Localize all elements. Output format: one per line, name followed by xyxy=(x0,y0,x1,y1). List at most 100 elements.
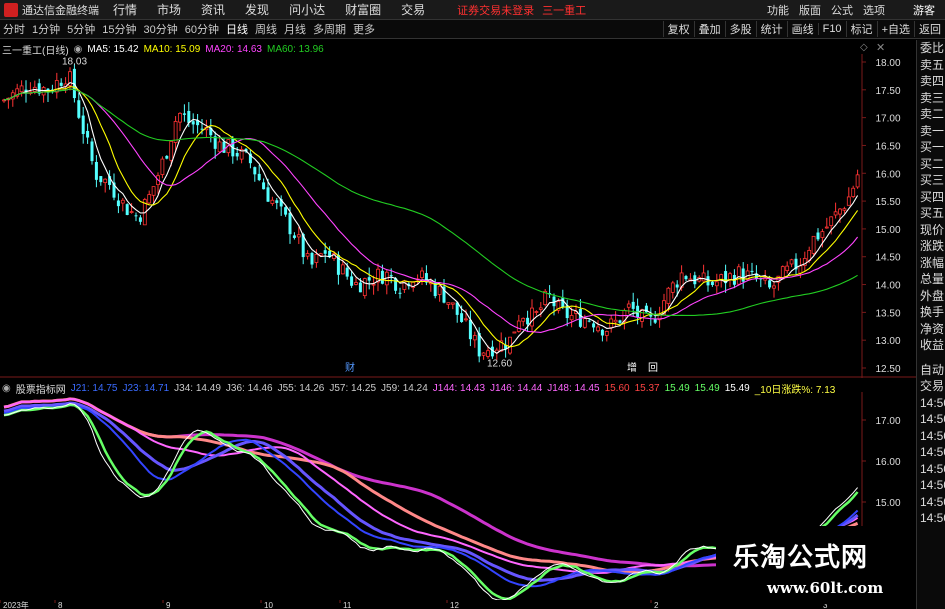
main-legend: 三一重工(日线) ◉ MA5: 15.42 MA10: 15.09 MA20: … xyxy=(2,42,329,57)
indicator-tick-label: 16.00 xyxy=(875,457,900,468)
menu-item-market[interactable]: 市场 xyxy=(157,1,181,18)
overlay-button[interactable]: 叠加 xyxy=(693,21,725,37)
side-item-10[interactable]: 买五 xyxy=(917,205,945,222)
menu-function[interactable]: 功能 xyxy=(767,2,789,18)
candle-body-up xyxy=(798,265,803,274)
draw-line-button[interactable]: 画线 xyxy=(786,21,818,37)
candle-body-down xyxy=(86,130,90,138)
side-item-13[interactable]: 涨幅 xyxy=(917,255,945,272)
tab-15min[interactable]: 15分钟 xyxy=(99,21,139,37)
candle-body-up xyxy=(54,80,59,93)
tab-multi-period[interactable]: 多周期 xyxy=(310,21,349,37)
candle-body-down xyxy=(77,100,81,118)
indicator-value-10: 15.60 xyxy=(604,383,630,394)
menu-item-trade[interactable]: 交易 xyxy=(401,1,425,18)
period-toolbar: 分时 1分钟 5分钟 15分钟 30分钟 60分钟 日线 周线 月线 多周期 更… xyxy=(0,20,945,39)
add-watchlist-button[interactable]: +自选 xyxy=(876,21,914,37)
mark-button[interactable]: 标记 xyxy=(845,21,877,37)
candle-body-up xyxy=(314,253,319,263)
tab-5min[interactable]: 5分钟 xyxy=(64,21,98,37)
login-status[interactable]: 证券交易未登录 xyxy=(457,2,534,18)
watermark: 乐淘公式网 www.60lt.com xyxy=(716,526,915,604)
menu-item-ask[interactable]: 问小达 xyxy=(289,1,325,18)
side-item-16[interactable]: 换手 xyxy=(917,304,945,321)
candle-body-up xyxy=(103,178,108,184)
menu-item-wealth[interactable]: 财富圈 xyxy=(345,1,381,18)
price-tick-label: 16.50 xyxy=(875,141,900,152)
menu-options[interactable]: 选项 xyxy=(863,2,885,18)
side-item-11[interactable]: 现价 xyxy=(917,222,945,239)
adjust-button[interactable]: 复权 xyxy=(662,21,694,37)
candle-body-down xyxy=(134,215,138,217)
candlestick-chart[interactable]: 18.00 17.50 17.00 16.50 16.00 15.50 15.00 14.50… xyxy=(0,40,916,378)
guest-user[interactable]: 游客 xyxy=(913,2,935,18)
menu-formula[interactable]: 公式 xyxy=(831,2,853,18)
menu-item-quotes[interactable]: 行情 xyxy=(113,1,137,18)
side-item-7[interactable]: 买二 xyxy=(917,156,945,173)
close-icon[interactable]: ✕ xyxy=(876,41,885,54)
menu-layout[interactable]: 版面 xyxy=(799,2,821,18)
side-item-1[interactable]: 卖五 xyxy=(917,57,945,74)
side-divider xyxy=(917,354,945,362)
side-trade-item-1[interactable]: 交易 xyxy=(917,378,945,395)
side-trade-item-4[interactable]: 14:50 xyxy=(917,428,945,445)
side-trade-item-5[interactable]: 14:50 xyxy=(917,444,945,461)
tab-intraday[interactable]: 分时 xyxy=(0,21,28,37)
side-item-14[interactable]: 总量 xyxy=(917,271,945,288)
tab-weekly[interactable]: 周线 xyxy=(252,21,280,37)
side-item-0[interactable]: 委比 xyxy=(917,40,945,57)
candle-body-up xyxy=(820,231,825,238)
tab-daily[interactable]: 日线 xyxy=(223,21,251,37)
menu-item-news[interactable]: 资讯 xyxy=(201,1,225,18)
tab-30min[interactable]: 30分钟 xyxy=(141,21,181,37)
candle-body-down xyxy=(345,267,349,277)
side-trade-item-8[interactable]: 14:50 xyxy=(917,494,945,511)
indicator-settings-icon[interactable]: ◉ xyxy=(2,383,11,394)
candle-body-up xyxy=(151,186,156,196)
tab-monthly[interactable]: 月线 xyxy=(281,21,309,37)
side-item-12[interactable]: 涨跌 xyxy=(917,238,945,255)
candle-body-up xyxy=(714,281,719,287)
side-item-9[interactable]: 买四 xyxy=(917,189,945,206)
tab-60min[interactable]: 60分钟 xyxy=(182,21,222,37)
candle-body-up xyxy=(120,199,125,204)
candle-body-down xyxy=(59,82,63,86)
side-item-2[interactable]: 卖四 xyxy=(917,73,945,90)
side-trade-item-0[interactable]: 自动 xyxy=(917,362,945,379)
tab-1min[interactable]: 1分钟 xyxy=(29,21,63,37)
indicator-value-14: 15.49 xyxy=(724,383,750,394)
multi-stock-button[interactable]: 多股 xyxy=(724,21,756,37)
f10-button[interactable]: F10 xyxy=(817,23,846,35)
candle-body-up xyxy=(446,302,451,305)
side-item-5[interactable]: 卖一 xyxy=(917,123,945,140)
side-trade-item-3[interactable]: 14:50 xyxy=(917,411,945,428)
side-item-15[interactable]: 外盘 xyxy=(917,288,945,305)
settings-circle-icon[interactable]: ◉ xyxy=(74,44,83,55)
side-item-4[interactable]: 卖二 xyxy=(917,106,945,123)
menu-item-discover[interactable]: 发现 xyxy=(245,1,269,18)
indicator-tick-label: 17.00 xyxy=(875,416,900,427)
side-trade-item-9[interactable]: 14:50 xyxy=(917,510,945,527)
candlestick-svg[interactable]: 18.00 17.50 17.00 16.50 16.00 15.50 15.00 14.50… xyxy=(0,40,916,378)
candle-body-up xyxy=(613,319,618,323)
side-item-8[interactable]: 买三 xyxy=(917,172,945,189)
statistics-button[interactable]: 统计 xyxy=(755,21,787,37)
indicator-value-12: 15.49 xyxy=(664,383,690,394)
side-item-17[interactable]: 净资 xyxy=(917,321,945,338)
price-tick-label: 15.00 xyxy=(875,225,900,236)
side-item-18[interactable]: 收益 xyxy=(917,337,945,354)
side-trade-item-2[interactable]: 14:50 xyxy=(917,395,945,412)
candle-body-up xyxy=(420,270,424,278)
candle-body-down xyxy=(350,276,354,286)
candle-body-up xyxy=(516,320,521,332)
diamond-icon[interactable]: ◇ xyxy=(860,42,868,53)
side-trade-item-6[interactable]: 14:50 xyxy=(917,461,945,478)
candle-body-down xyxy=(288,212,292,235)
tab-more[interactable]: 更多 xyxy=(350,21,378,37)
candle-body-down xyxy=(90,141,94,162)
back-button[interactable]: 返回 xyxy=(914,21,945,37)
candle-body-up xyxy=(842,208,847,211)
side-trade-item-7[interactable]: 14:50 xyxy=(917,477,945,494)
side-item-6[interactable]: 买一 xyxy=(917,139,945,156)
side-item-3[interactable]: 卖三 xyxy=(917,90,945,107)
